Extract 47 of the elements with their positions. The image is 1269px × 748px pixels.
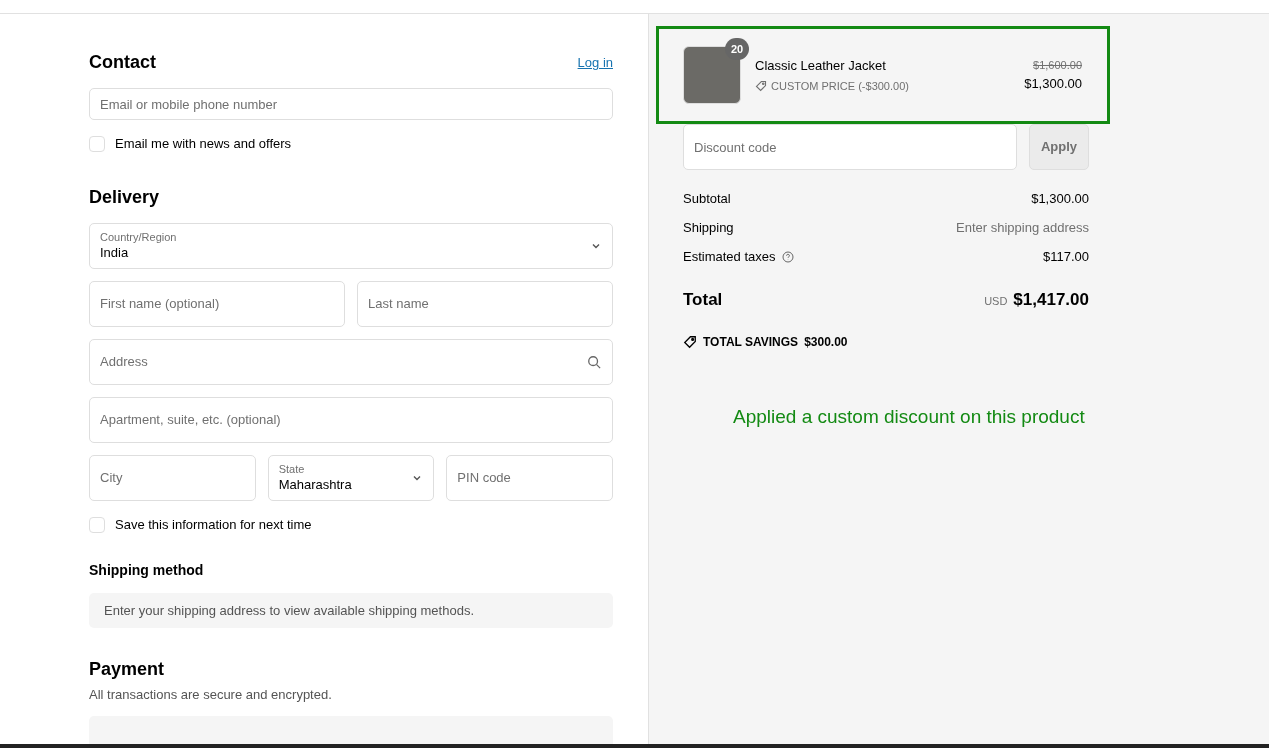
field-value: India [100,244,130,261]
checkbox[interactable] [89,136,105,153]
savings-value: $300.00 [804,333,848,351]
total-value: $1,417.00 [1013,289,1089,311]
currency-code: USD [984,294,1008,309]
section-title: Payment [89,657,166,681]
section-subtitle: Shipping method [89,561,205,581]
input-field[interactable]: PIN code [446,454,613,501]
field-label: State [278,462,306,477]
section-title: Contact [89,51,156,74]
savings-label: TOTAL SAVINGS [703,333,799,351]
input-field[interactable]: Last name [357,280,613,327]
checkbox-label: Save this information for next time [115,515,312,534]
summary-label: Shipping [683,218,734,237]
product-photo-placeholder [683,46,741,104]
tag-icon [683,334,697,349]
annotation-text: Applied a custom discount on this product [733,404,1086,429]
quantity-badge: 20 [725,38,749,60]
section-description: All transactions are secure and encrypted. [89,685,333,704]
section-title: Delivery [89,185,161,209]
input-field[interactable]: Apartment, suite, etc. (optional) [89,396,613,443]
product-name: Classic Leather Jacket [755,57,887,75]
field-value: Maharashtra [278,476,352,493]
login-link[interactable]: Log in [577,52,613,73]
select-field[interactable]: Country/Region India [89,222,613,269]
field-label: Country/Region [100,230,177,245]
total-label: Total [683,289,723,311]
info-message: Enter your shipping address to view available shipping methods. [89,593,613,628]
product-price: $1,300.00 [1024,74,1082,93]
summary-label: Subtotal [683,189,731,208]
input-field[interactable]: Email or mobile phone number [89,88,613,121]
apply-button[interactable]: Apply [1029,124,1089,170]
summary-value: Enter shipping address [956,218,1089,237]
input-field[interactable]: City [89,454,256,501]
original-price: $1,600.00 [1033,58,1082,73]
checkbox-label: Email me with news and offers [115,135,292,154]
summary-value: $1,300.00 [1031,189,1089,208]
input-field[interactable]: First name (optional) [89,280,345,327]
summary-value: $117.00 [1042,247,1089,266]
select-field[interactable]: State Maharashtra [267,454,435,501]
discount-label: CUSTOM PRICE (-$300.00) [771,78,909,94]
input-field[interactable]: Address [89,338,613,385]
input-field[interactable]: Discount code [683,124,1017,170]
tag-icon [755,79,767,92]
search-icon [587,354,601,369]
checkbox[interactable] [89,516,105,533]
summary-label: Estimated taxes [683,247,776,266]
